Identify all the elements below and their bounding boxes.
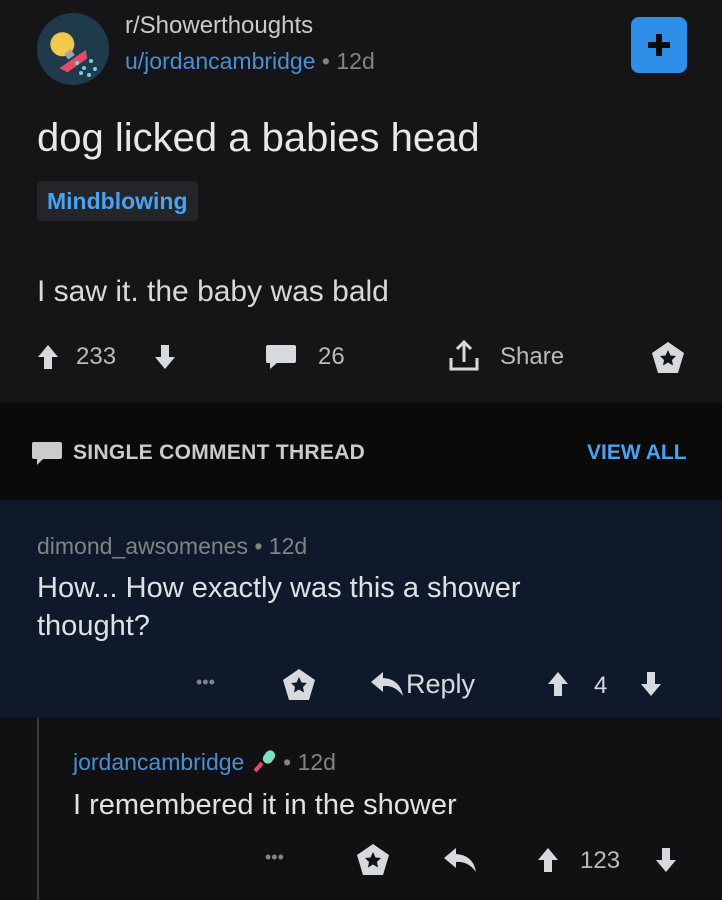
award-icon <box>357 844 389 875</box>
reply-age: 12d <box>297 749 336 775</box>
comment-award-button[interactable] <box>281 667 317 703</box>
reply-arrow-icon <box>371 672 403 696</box>
comment-more-button[interactable]: ••• <box>196 672 215 693</box>
shower-head-icon <box>37 13 109 85</box>
reply-body: I remembered it in the shower <box>73 789 457 821</box>
post-body: I saw it. the baby was bald <box>37 275 389 308</box>
comment-bubble-icon <box>266 345 296 369</box>
reply-award-button[interactable] <box>355 842 391 878</box>
comments-button[interactable] <box>265 343 297 371</box>
reply-meta: jordancambridge • 12d <box>73 748 336 776</box>
post-title[interactable]: dog licked a babies head <box>37 116 480 161</box>
comment-vote-count: 4 <box>594 672 608 699</box>
comment-body-line: thought? <box>37 610 150 642</box>
share-button[interactable] <box>446 338 482 374</box>
view-all-link[interactable]: VIEW ALL <box>587 441 687 465</box>
reply-separator: • <box>283 749 292 775</box>
comment-author[interactable]: dimond_awsomenes <box>37 533 248 559</box>
share-label[interactable]: Share <box>500 343 564 371</box>
upvote-arrow-icon <box>548 672 568 696</box>
award-icon <box>283 669 315 700</box>
subreddit-avatar[interactable] <box>37 13 109 85</box>
reply-reply-button[interactable] <box>443 847 477 873</box>
downvote-button[interactable] <box>154 344 176 370</box>
post-comment-count: 26 <box>318 343 345 370</box>
downvote-arrow-icon <box>656 848 676 872</box>
post-meta: u/jordancambridge • 12d <box>125 48 375 75</box>
award-icon <box>652 342 684 373</box>
award-button[interactable] <box>650 340 686 376</box>
post-author[interactable]: u/jordancambridge <box>125 48 316 74</box>
microphone-icon <box>251 748 277 774</box>
comment-upvote-button[interactable] <box>547 671 569 697</box>
comment-age: 12d <box>268 533 308 559</box>
join-button[interactable] <box>631 17 687 73</box>
reply-arrow-icon <box>444 848 476 872</box>
upvote-button[interactable] <box>37 344 59 370</box>
comment-body-line: How... How exactly was this a shower <box>37 572 521 604</box>
post-age: 12d <box>336 48 375 74</box>
share-icon <box>449 339 479 371</box>
upvote-arrow-icon <box>38 345 58 369</box>
comment-separator: • <box>254 533 263 559</box>
thread-line[interactable] <box>37 718 39 900</box>
plus-icon <box>648 34 670 56</box>
post-flair[interactable]: Mindblowing <box>37 181 198 221</box>
reply-more-button[interactable]: ••• <box>265 847 284 868</box>
upvote-arrow-icon <box>538 848 558 872</box>
reply-downvote-button[interactable] <box>655 847 677 873</box>
downvote-arrow-icon <box>155 345 175 369</box>
comment-reply-button[interactable] <box>370 671 404 697</box>
reply-vote-count: 123 <box>580 847 621 874</box>
reply-author[interactable]: jordancambridge <box>73 749 244 775</box>
downvote-arrow-icon <box>641 672 661 696</box>
subreddit-name[interactable]: r/Showerthoughts <box>125 12 313 40</box>
comment-body: How... How exactly was this a shower tho… <box>37 569 521 645</box>
comment-reply-label[interactable]: Reply <box>406 669 475 700</box>
reply-upvote-button[interactable] <box>537 847 559 873</box>
post-vote-count: 233 <box>76 343 117 370</box>
thread-bubble-icon <box>31 441 63 467</box>
comment-downvote-button[interactable] <box>640 671 662 697</box>
meta-separator: • <box>321 48 330 74</box>
comment-meta: dimond_awsomenes • 12d <box>37 533 307 560</box>
single-thread-title: SINGLE COMMENT THREAD <box>73 441 366 464</box>
